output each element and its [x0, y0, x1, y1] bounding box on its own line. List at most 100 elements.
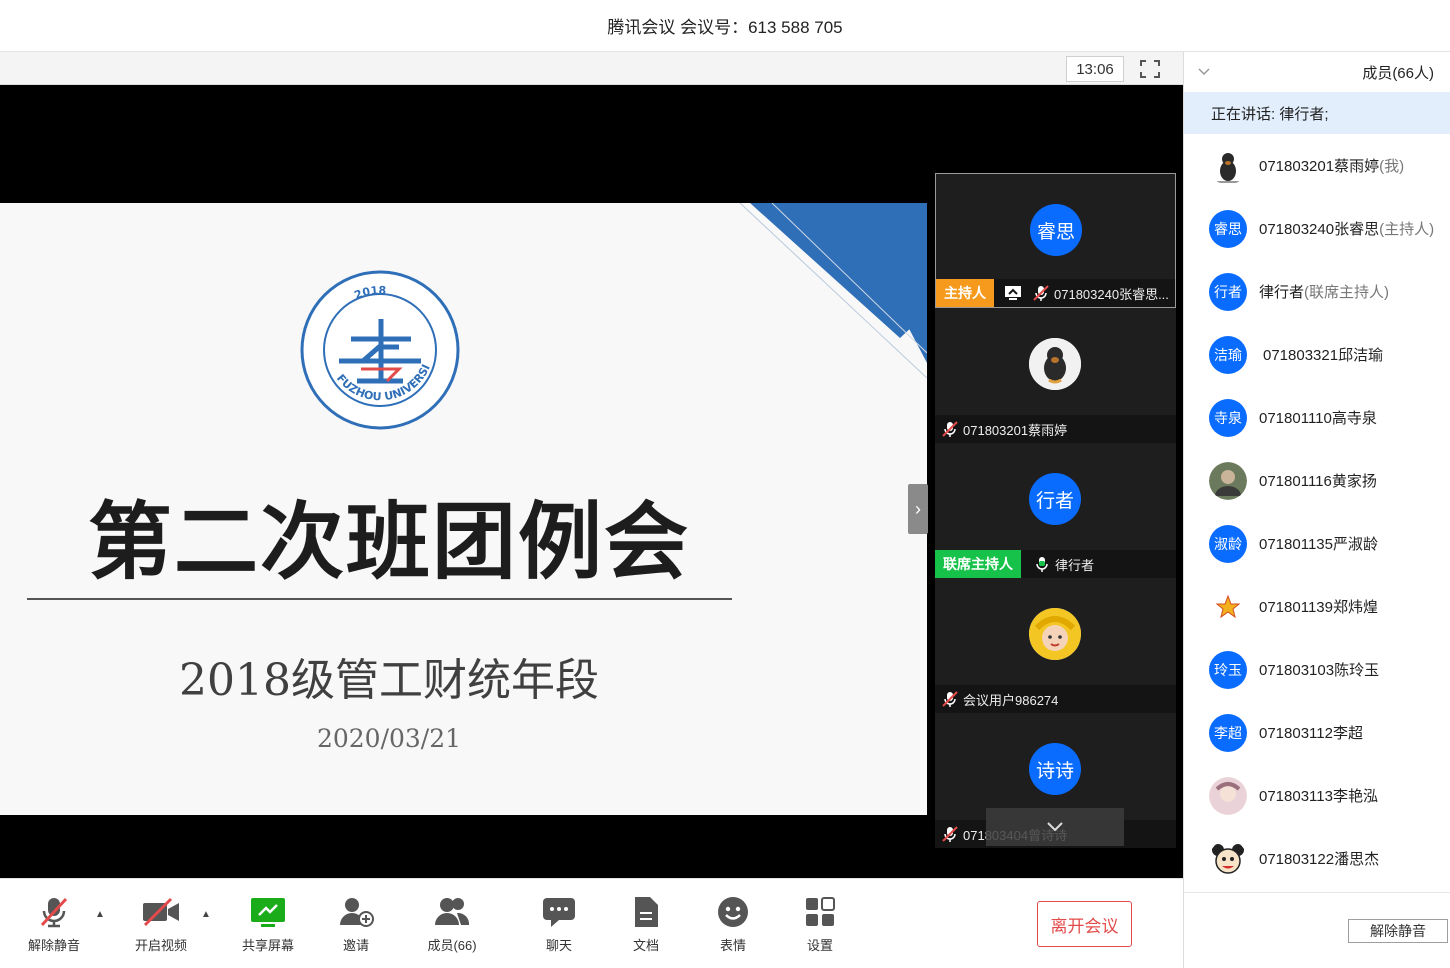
add-user-icon — [340, 898, 374, 927]
chevron-down-icon[interactable] — [1198, 68, 1210, 76]
member-name: 071803103陈玲玉 — [1259, 662, 1380, 679]
audio-options-caret[interactable]: ▲ — [95, 909, 105, 920]
scroll-tiles-down-button[interactable] — [986, 808, 1124, 846]
cartoon-avatar-icon — [1212, 843, 1244, 874]
member-item[interactable]: 071801139郑炜煌 — [1184, 575, 1450, 638]
video-options-caret[interactable]: ▲ — [201, 909, 211, 920]
mic-muted-icon — [942, 826, 958, 842]
members-icon — [435, 898, 470, 925]
participant-name: 律行者 — [1055, 557, 1095, 573]
member-name: 071803113李艳泓 — [1259, 788, 1378, 805]
mic-muted-icon — [1033, 285, 1049, 301]
tile-name-bar: 主持人 071803240张睿思... — [936, 279, 1175, 307]
mic-active-icon — [1036, 557, 1048, 572]
avatar: 睿思 — [1209, 209, 1247, 248]
avatar: 淑龄 — [1209, 524, 1247, 563]
avatar — [1209, 147, 1247, 185]
member-item[interactable]: 071803122潘思杰 — [1184, 827, 1450, 890]
video-tile[interactable]: 071803201蔡雨婷 — [935, 308, 1176, 443]
window-title-bar: 腾讯会议 会议号：613 588 705 — [0, 0, 1450, 52]
members-panel-title: 成员(66人) — [1362, 64, 1434, 82]
chevron-down-icon — [1047, 822, 1063, 832]
leave-meeting-button[interactable]: 离开会议 — [1037, 901, 1132, 947]
university-logo: FUZHOU UNIVERSITY 2018 — [299, 269, 460, 430]
chevron-right-icon: › — [915, 498, 921, 519]
member-name: 071803122潘思杰 — [1259, 851, 1380, 868]
participant-name: 071803201蔡雨婷 — [963, 422, 1068, 438]
member-item[interactable]: 寺泉 071801110高寺泉 — [1184, 386, 1450, 449]
host-badge: 主持人 — [936, 279, 994, 307]
unmute-button[interactable]: 解除静音 — [14, 895, 94, 954]
member-item[interactable]: 玲玉 071803103陈玲玉 — [1184, 638, 1450, 701]
child-avatar-icon — [1029, 608, 1081, 660]
dog-avatar-icon — [1029, 338, 1081, 390]
stage-header: 13:06 — [0, 52, 1183, 85]
avatar — [1209, 840, 1247, 878]
screen-share-icon — [1005, 286, 1021, 300]
mic-muted-icon — [942, 421, 958, 437]
documents-button[interactable]: 文档 — [606, 895, 686, 954]
slide-title: 第二次班团例会 — [87, 493, 690, 591]
mic-muted-icon — [40, 897, 68, 928]
emoji-button[interactable]: 表情 — [693, 895, 773, 954]
shared-screen-stage: FUZHOU UNIVERSITY 2018 第二次班团例会 2018级管工财统… — [0, 85, 1183, 878]
member-item[interactable]: 洁瑜 071803321邱洁瑜 — [1184, 323, 1450, 386]
avatar — [1029, 608, 1081, 660]
member-name: 071801110高寺泉 — [1259, 410, 1377, 427]
mic-muted-icon — [942, 691, 958, 707]
member-item[interactable]: 071803113李艳泓 — [1184, 764, 1450, 827]
unmute-all-button[interactable]: 解除静音 — [1348, 919, 1448, 943]
slide-divider — [27, 598, 732, 600]
smiley-icon — [718, 897, 748, 927]
video-tile[interactable]: 行者 联席主持人 律行者 — [935, 443, 1176, 578]
avatar — [1209, 588, 1247, 626]
share-screen-icon — [251, 898, 285, 927]
avatar: 玲玉 — [1209, 650, 1247, 689]
fullscreen-button[interactable] — [1138, 58, 1162, 80]
member-item[interactable]: 071803201蔡雨婷 (我) — [1184, 134, 1450, 197]
collapse-video-list-button[interactable]: › — [908, 484, 928, 534]
share-screen-button[interactable]: 共享屏幕 — [228, 895, 308, 954]
member-name: 071803321邱洁瑜 — [1263, 347, 1384, 364]
speaking-indicator: 正在讲话: 律行者; — [1184, 92, 1450, 134]
photo-avatar-icon — [1209, 461, 1247, 500]
avatar: 行者 — [1209, 272, 1247, 311]
slide-date: 2020/03/21 — [316, 724, 462, 753]
avatar: 李超 — [1209, 713, 1247, 752]
member-role: (联席主持人) — [1304, 284, 1390, 301]
member-name: 071803240张睿思 — [1259, 221, 1380, 238]
meeting-title: 腾讯会议 会议号：613 588 705 — [607, 18, 843, 37]
tile-name-bar: 071803201蔡雨婷 — [935, 415, 1176, 443]
chat-button[interactable]: 聊天 — [519, 895, 599, 954]
members-panel-header: 成员(66人) — [1184, 52, 1450, 92]
member-item[interactable]: 睿思 071803240张睿思 (主持人) — [1184, 197, 1450, 260]
document-icon — [635, 897, 658, 927]
member-name: 071803201蔡雨婷 — [1259, 158, 1380, 175]
member-item[interactable]: 李超 071803112李超 — [1184, 701, 1450, 764]
member-role: (我) — [1379, 158, 1405, 175]
avatar: 诗诗 — [1029, 743, 1081, 795]
video-tile[interactable]: 睿思 主持人 071803240张睿思... — [935, 173, 1176, 308]
member-item[interactable]: 行者 律行者 (联席主持人) — [1184, 260, 1450, 323]
fullscreen-icon — [1140, 60, 1160, 78]
dog-avatar-icon — [1217, 152, 1239, 183]
members-button[interactable]: 成员(66) — [412, 895, 492, 954]
presentation-slide: FUZHOU UNIVERSITY 2018 第二次班团例会 2018级管工财统… — [0, 203, 927, 815]
meeting-clock: 13:06 — [1066, 56, 1124, 82]
avatar: 洁瑜 — [1209, 335, 1247, 374]
start-video-button[interactable]: 开启视频 — [121, 895, 201, 954]
member-name: 071801116黄家扬 — [1259, 473, 1377, 490]
members-panel-footer: 解除静音 — [1184, 892, 1450, 968]
tile-name-bar: 联席主持人 律行者 — [935, 550, 1176, 578]
member-name: 律行者 — [1259, 284, 1305, 301]
chat-icon — [543, 898, 575, 927]
avatar — [1209, 776, 1247, 815]
avatar: 行者 — [1029, 473, 1081, 525]
member-item[interactable]: 071801116黄家扬 — [1184, 449, 1450, 512]
video-tile-list: 睿思 主持人 071803240张睿思... 071803201蔡雨婷 行者 联… — [935, 173, 1176, 848]
photo-avatar-icon — [1209, 776, 1247, 815]
member-item[interactable]: 淑龄 071801135严淑龄 — [1184, 512, 1450, 575]
settings-button[interactable]: 设置 — [780, 895, 860, 954]
invite-button[interactable]: 邀请 — [316, 895, 396, 954]
video-tile[interactable]: 会议用户986274 — [935, 578, 1176, 713]
